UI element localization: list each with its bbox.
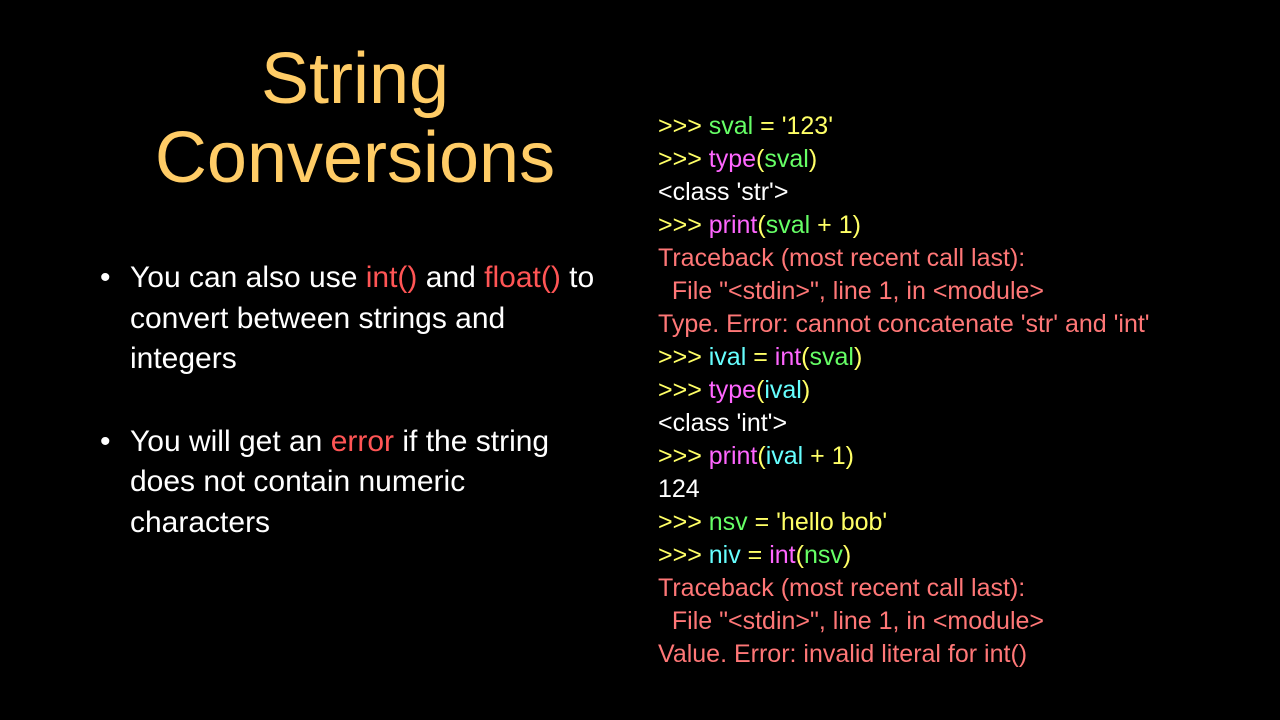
code-line-7: Type. Error: cannot concatenate 'str' an… bbox=[658, 308, 1240, 341]
bullet-2: You will get an error if the string does… bbox=[100, 422, 610, 544]
code-line-8: >>> ival = int(sval) bbox=[658, 341, 1240, 374]
code-line-11: >>> print(ival + 1) bbox=[658, 440, 1240, 473]
code-line-3: <class 'str'> bbox=[658, 176, 1240, 209]
code-line-17: Value. Error: invalid literal for int() bbox=[658, 638, 1240, 671]
bullet-1-text-mid: and bbox=[417, 261, 484, 294]
code-line-9: >>> type(ival) bbox=[658, 374, 1240, 407]
code-line-4: >>> print(sval + 1) bbox=[658, 209, 1240, 242]
code-line-1: >>> sval = '123' bbox=[658, 110, 1240, 143]
code-line-6: File "<stdin>", line 1, in <module> bbox=[658, 275, 1240, 308]
keyword-float: float() bbox=[484, 261, 561, 294]
bullet-1: You can also use int() and float() to co… bbox=[100, 258, 610, 380]
code-line-2: >>> type(sval) bbox=[658, 143, 1240, 176]
slide: String Conversions You can also use int(… bbox=[0, 0, 1280, 720]
code-line-14: >>> niv = int(nsv) bbox=[658, 539, 1240, 572]
code-line-15: Traceback (most recent call last): bbox=[658, 572, 1240, 605]
code-line-13: >>> nsv = 'hello bob' bbox=[658, 506, 1240, 539]
code-line-5: Traceback (most recent call last): bbox=[658, 242, 1240, 275]
bullet-1-text-pre: You can also use bbox=[130, 261, 366, 294]
title-line1: String bbox=[261, 39, 449, 119]
code-line-12: 124 bbox=[658, 473, 1240, 506]
slide-title: String Conversions bbox=[100, 40, 610, 198]
bullet-list: You can also use int() and float() to co… bbox=[100, 258, 610, 543]
keyword-int: int() bbox=[366, 261, 418, 294]
code-line-16: File "<stdin>", line 1, in <module> bbox=[658, 605, 1240, 638]
code-line-10: <class 'int'> bbox=[658, 407, 1240, 440]
keyword-error: error bbox=[331, 425, 394, 458]
title-line2: Conversions bbox=[155, 118, 555, 198]
left-column: String Conversions You can also use int(… bbox=[0, 0, 640, 720]
code-panel: >>> sval = '123' >>> type(sval) <class '… bbox=[640, 0, 1280, 720]
bullet-2-text-pre: You will get an bbox=[130, 425, 331, 458]
